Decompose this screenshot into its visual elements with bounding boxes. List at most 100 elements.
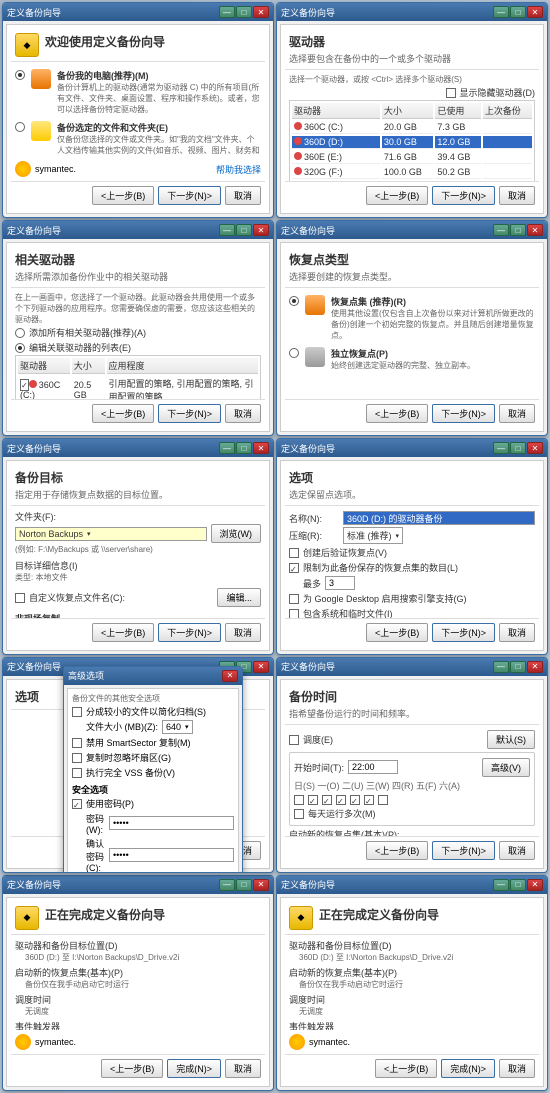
split-check[interactable] — [72, 707, 82, 717]
browse-button[interactable]: 浏览(W) — [211, 524, 262, 543]
maximize-button[interactable]: □ — [236, 224, 252, 236]
cancel-button[interactable]: 取消 — [499, 186, 535, 205]
close-button[interactable]: ✕ — [222, 670, 238, 682]
ss-check[interactable] — [72, 738, 82, 748]
back-button[interactable]: <上一步(B) — [92, 404, 154, 423]
back-button[interactable]: <上一步(B) — [366, 186, 428, 205]
backup-computer-radio[interactable] — [15, 70, 25, 80]
close-button[interactable]: ✕ — [527, 879, 543, 891]
maximize-button[interactable]: □ — [510, 224, 526, 236]
minimize-button[interactable]: — — [219, 879, 235, 891]
maximize-button[interactable]: □ — [510, 442, 526, 454]
name-input[interactable] — [343, 511, 535, 525]
close-button[interactable]: ✕ — [527, 6, 543, 18]
minimize-button[interactable]: — — [219, 6, 235, 18]
close-button[interactable]: ✕ — [253, 224, 269, 236]
related-table[interactable]: 驱动器大小应用程度 360C (C:)20.5 GB引用配置的策略, 引用配置的… — [15, 355, 261, 399]
back-button[interactable]: <上一步(B) — [366, 623, 428, 642]
time-input[interactable] — [348, 760, 398, 774]
edit-button[interactable]: 编辑... — [217, 588, 261, 607]
next-button[interactable]: 下一步(N)> — [432, 404, 495, 423]
close-button[interactable]: ✕ — [527, 224, 543, 236]
d1[interactable] — [294, 795, 304, 805]
back-button[interactable]: <上一步(B) — [101, 1059, 163, 1078]
cancel-button[interactable]: 取消 — [225, 404, 261, 423]
vss-check[interactable] — [72, 768, 82, 778]
maximize-button[interactable]: □ — [510, 661, 526, 673]
edit-list-radio[interactable] — [15, 343, 25, 353]
next-button[interactable]: 下一步(N)> — [158, 404, 221, 423]
d7[interactable] — [378, 795, 388, 805]
help-link[interactable]: 帮助我选择 — [216, 163, 261, 176]
table-row[interactable]: 360D (D:)30.0 GB12.0 GB — [292, 136, 532, 149]
recovery-set-radio[interactable] — [289, 296, 299, 306]
d6[interactable] — [364, 795, 374, 805]
custom-name-check[interactable] — [15, 593, 25, 603]
back-button[interactable]: <上一步(B) — [375, 1059, 437, 1078]
table-row[interactable]: 320G (F:)100.0 GB50.2 GB — [292, 166, 532, 179]
minimize-button[interactable]: — — [219, 442, 235, 454]
ign-check[interactable] — [72, 753, 82, 763]
minimize-button[interactable]: — — [493, 224, 509, 236]
maximize-button[interactable]: □ — [236, 6, 252, 18]
minimize-button[interactable]: — — [219, 224, 235, 236]
back-button[interactable]: <上一步(B) — [92, 186, 154, 205]
add-all-radio[interactable] — [15, 328, 25, 338]
cancel-button[interactable]: 取消 — [225, 623, 261, 642]
maximize-button[interactable]: □ — [510, 879, 526, 891]
d5[interactable] — [350, 795, 360, 805]
folder-dropdown[interactable]: Norton Backups — [15, 527, 207, 541]
close-button[interactable]: ✕ — [527, 442, 543, 454]
minimize-button[interactable]: — — [493, 661, 509, 673]
cancel-button[interactable]: 取消 — [499, 1059, 535, 1078]
verify-check[interactable] — [289, 548, 299, 558]
cancel-button[interactable]: 取消 — [499, 841, 535, 860]
fsize-dropdown[interactable]: 640 — [162, 720, 193, 734]
maximize-button[interactable]: □ — [510, 6, 526, 18]
minimize-button[interactable]: — — [493, 879, 509, 891]
close-button[interactable]: ✕ — [253, 879, 269, 891]
maximize-button[interactable]: □ — [236, 879, 252, 891]
show-hidden-check[interactable] — [446, 88, 456, 98]
drives-table[interactable]: 驱动器大小已使用上次备份 360C (C:)20.0 GB7.3 GB 360D… — [289, 100, 535, 181]
back-button[interactable]: <上一步(B) — [366, 404, 428, 423]
schedule-check[interactable] — [289, 735, 299, 745]
next-button[interactable]: 下一步(N)> — [432, 623, 495, 642]
close-button[interactable]: ✕ — [253, 661, 269, 673]
next-button[interactable]: 下一步(N)> — [158, 623, 221, 642]
table-row[interactable]: 360C (C:)20.5 GB引用配置的策略, 引用配置的策略, 引用配置的策… — [18, 376, 258, 399]
back-button[interactable]: <上一步(B) — [366, 841, 428, 860]
gd-check[interactable] — [289, 594, 299, 604]
back-button[interactable]: <上一步(B) — [92, 623, 154, 642]
incl-check[interactable] — [289, 609, 299, 617]
cancel-button[interactable]: 取消 — [499, 623, 535, 642]
cancel-button[interactable]: 取消 — [499, 404, 535, 423]
password-input[interactable] — [109, 816, 234, 830]
multi-check[interactable] — [294, 809, 304, 819]
confirm-input[interactable] — [109, 848, 234, 862]
backup-files-radio[interactable] — [15, 122, 25, 132]
maximize-button[interactable]: □ — [236, 442, 252, 454]
finish-button[interactable]: 完成(N)> — [441, 1059, 495, 1078]
finish-button[interactable]: 完成(N)> — [167, 1059, 221, 1078]
compression-dropdown[interactable]: 标准 (推荐) — [343, 527, 403, 544]
table-row[interactable]: 360E (E:)71.6 GB39.4 GB — [292, 151, 532, 164]
next-button[interactable]: 下一步(N)> — [432, 841, 495, 860]
close-button[interactable]: ✕ — [527, 661, 543, 673]
pwd-check[interactable] — [72, 799, 82, 809]
cancel-button[interactable]: 取消 — [225, 186, 261, 205]
standalone-radio[interactable] — [289, 348, 299, 358]
default-button[interactable]: 默认(S) — [487, 730, 535, 749]
d3[interactable] — [322, 795, 332, 805]
advanced2-button[interactable]: 高级(V) — [482, 758, 530, 777]
max-input[interactable] — [325, 576, 355, 590]
close-button[interactable]: ✕ — [253, 6, 269, 18]
table-row[interactable]: 360C (C:)20.0 GB7.3 GB — [292, 121, 532, 134]
minimize-button[interactable]: — — [493, 6, 509, 18]
d4[interactable] — [336, 795, 346, 805]
cancel-button[interactable]: 取消 — [225, 1059, 261, 1078]
limit-check[interactable] — [289, 563, 299, 573]
d2[interactable] — [308, 795, 318, 805]
minimize-button[interactable]: — — [493, 442, 509, 454]
next-button[interactable]: 下一步(N)> — [158, 186, 221, 205]
